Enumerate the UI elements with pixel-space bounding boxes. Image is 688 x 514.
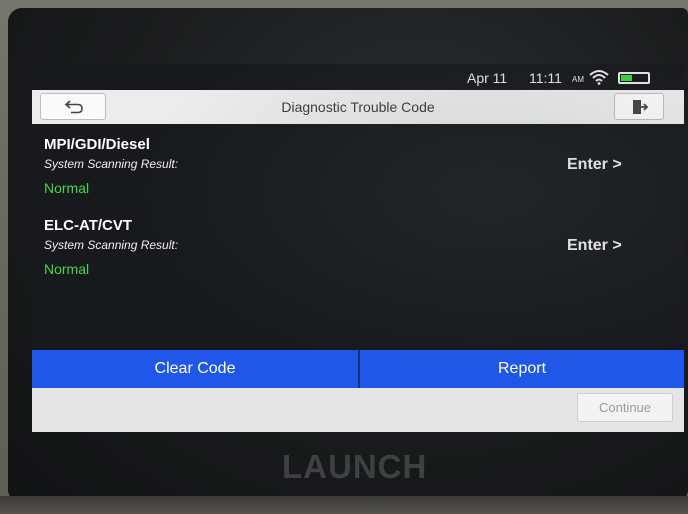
clear-code-button[interactable]: Clear Code [32,350,358,388]
system-result-label: System Scanning Result: [44,238,179,252]
action-bar: Clear Code Report [32,350,684,388]
device-edge [0,496,688,514]
system-name: MPI/GDI/Diesel [44,136,150,153]
continue-button[interactable]: Continue [577,393,673,422]
wifi-icon [589,70,609,85]
battery-level [621,75,632,81]
system-status: Normal [44,261,90,277]
enter-button-mpi[interactable]: Enter > [567,156,647,180]
enter-button-elc[interactable]: Enter > [567,237,647,261]
footer-bar: Continue [32,388,684,432]
system-item-mpi: MPI/GDI/Diesel System Scanning Result: N… [32,136,684,212]
system-result-label: System Scanning Result: [44,157,179,171]
brand-logo: LAUNCH [282,448,428,485]
system-item-elc: ELC-AT/CVT System Scanning Result: Norma… [32,217,684,293]
status-bar: Apr 11 11:11 AM [32,64,684,90]
status-date: Apr 11 [467,70,508,86]
system-status: Normal [44,180,90,196]
system-name: ELC-AT/CVT [44,217,133,234]
battery-icon [618,72,650,84]
status-ampm: AM [572,75,584,84]
title-bar: Diagnostic Trouble Code [32,90,684,124]
exit-icon [633,100,648,114]
report-button[interactable]: Report [360,350,684,388]
device-screen: Apr 11 11:11 AM Diagnostic Trouble Code [32,64,684,432]
page-title: Diagnostic Trouble Code [281,99,435,115]
status-time: 11:11 [529,70,562,86]
exit-button[interactable] [614,93,664,120]
